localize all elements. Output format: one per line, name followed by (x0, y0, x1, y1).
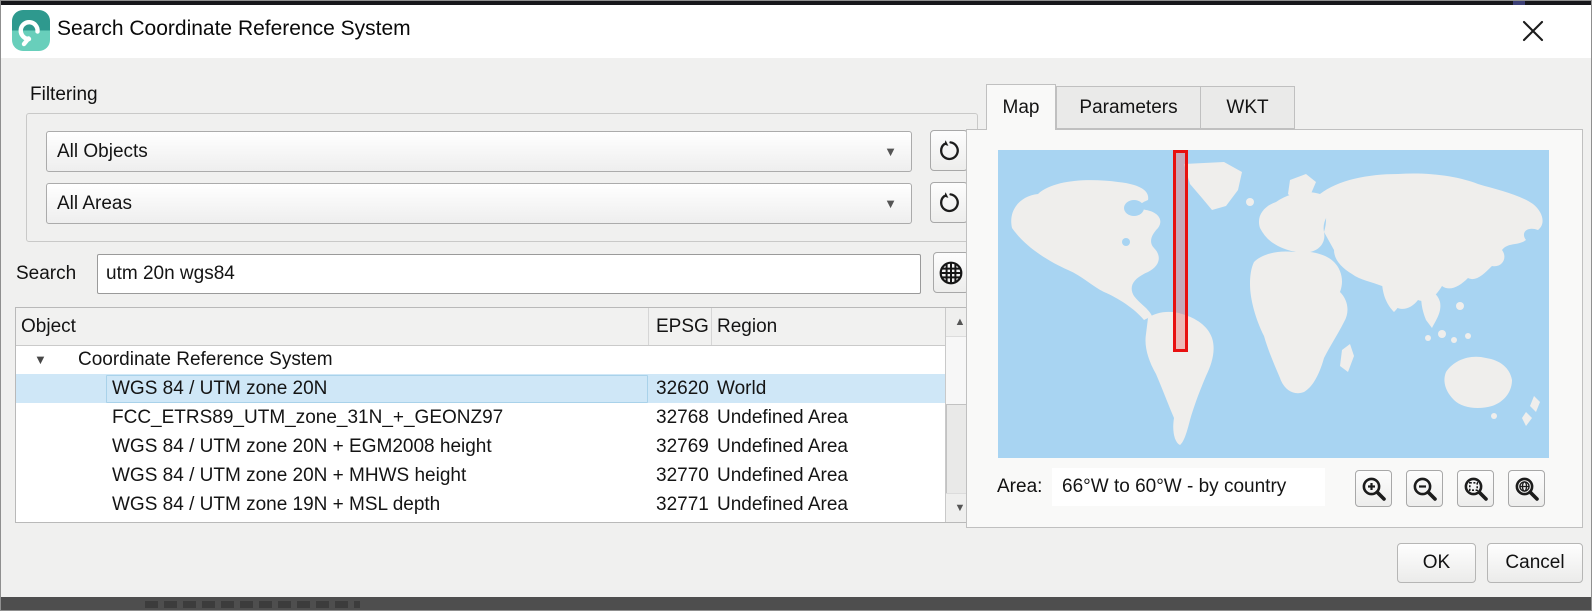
column-header-region[interactable]: Region (717, 308, 942, 345)
table-row[interactable]: WGS 84 / UTM zone 20N 32620 World (16, 374, 945, 403)
map-zoom-world-button[interactable] (1508, 470, 1545, 507)
cell-object: WGS 84 / UTM zone 20N + MHWS height (112, 461, 642, 490)
search-label: Search (16, 263, 76, 285)
area-filter-reset-button[interactable] (930, 182, 968, 223)
magnifier-world-icon (1513, 475, 1541, 503)
cell-region: Undefined Area (717, 490, 943, 519)
filtering-label: Filtering (30, 84, 98, 106)
tree-group-row[interactable]: ▼ Coordinate Reference System (16, 345, 945, 374)
table-row[interactable]: WGS 84 / UTM zone 20N + EGM2008 height 3… (16, 432, 945, 461)
map-zoom-in-button[interactable] (1355, 470, 1392, 507)
rotate-ccw-icon (937, 191, 961, 215)
table-row[interactable]: WGS 84 / UTM zone 19N + MSL depth 32771 … (16, 490, 945, 519)
background-window-notch (1513, 0, 1525, 5)
magnifier-plus-icon (1360, 475, 1388, 503)
magnifier-minus-icon (1411, 475, 1439, 503)
chevron-down-icon: ▼ (884, 144, 897, 159)
close-icon[interactable] (1516, 14, 1550, 48)
area-filter-value: All Areas (57, 193, 884, 215)
tree-group-label: Coordinate Reference System (78, 345, 638, 374)
object-filter-dropdown[interactable]: All Objects ▼ (46, 131, 912, 172)
globe-grid-icon (937, 259, 965, 287)
cell-object: WGS 84 / UTM zone 19N + MSL depth (112, 490, 642, 519)
cell-epsg: 32769 (656, 432, 714, 461)
world-map[interactable] (998, 150, 1549, 458)
column-header-object[interactable]: Object (21, 308, 641, 345)
background-window-text-smudge (145, 601, 360, 608)
cell-region: Undefined Area (717, 461, 943, 490)
crs-search-dialog: { "window": { "title": "Search Coordinat… (0, 0, 1592, 611)
cell-region: Undefined Area (717, 403, 943, 432)
magnifier-extent-icon (1462, 475, 1490, 503)
area-label: Area: (997, 476, 1042, 498)
map-zoom-out-button[interactable] (1406, 470, 1443, 507)
dialog-title: Search Coordinate Reference System (57, 17, 411, 41)
cell-epsg: 32768 (656, 403, 714, 432)
cell-epsg: 32770 (656, 461, 714, 490)
cell-region: Undefined Area (717, 432, 943, 461)
cell-object: WGS 84 / UTM zone 20N (112, 374, 642, 403)
map-zoom-to-extent-button[interactable] (1457, 470, 1494, 507)
area-value: 66°W to 60°W - by country (1052, 468, 1325, 506)
area-filter-dropdown[interactable]: All Areas ▼ (46, 183, 912, 224)
tab-map[interactable]: Map (986, 84, 1056, 130)
cell-epsg: 32620 (656, 374, 714, 403)
search-input[interactable] (97, 254, 921, 294)
object-filter-value: All Objects (57, 141, 884, 163)
search-area-globe-button[interactable] (933, 252, 969, 293)
cell-region: World (717, 374, 943, 403)
cell-object: FCC_ETRS89_UTM_zone_31N_+_GEONZ97 (112, 403, 642, 432)
ok-button[interactable]: OK (1397, 543, 1476, 583)
rotate-ccw-icon (937, 139, 961, 163)
object-filter-reset-button[interactable] (930, 130, 968, 171)
table-row[interactable]: FCC_ETRS89_UTM_zone_31N_+_GEONZ97 32768 … (16, 403, 945, 432)
cancel-button[interactable]: Cancel (1487, 543, 1583, 583)
crs-extent-highlight (1175, 152, 1187, 351)
results-table-header: Object EPSG Region (16, 308, 945, 346)
crs-app-icon (12, 10, 50, 51)
column-header-epsg[interactable]: EPSG (656, 308, 711, 345)
results-table: Object EPSG Region ▼ Coordinate Referenc… (15, 307, 975, 523)
tab-parameters[interactable]: Parameters (1056, 86, 1201, 129)
chevron-down-icon: ▼ (884, 196, 897, 211)
tab-wkt[interactable]: WKT (1200, 86, 1295, 129)
cell-epsg: 32771 (656, 490, 714, 519)
background-window-strip-top (0, 0, 1592, 5)
table-row[interactable]: WGS 84 / UTM zone 20N + MHWS height 3277… (16, 461, 945, 490)
cell-object: WGS 84 / UTM zone 20N + EGM2008 height (112, 432, 642, 461)
tree-expander-icon[interactable]: ▼ (34, 345, 64, 374)
